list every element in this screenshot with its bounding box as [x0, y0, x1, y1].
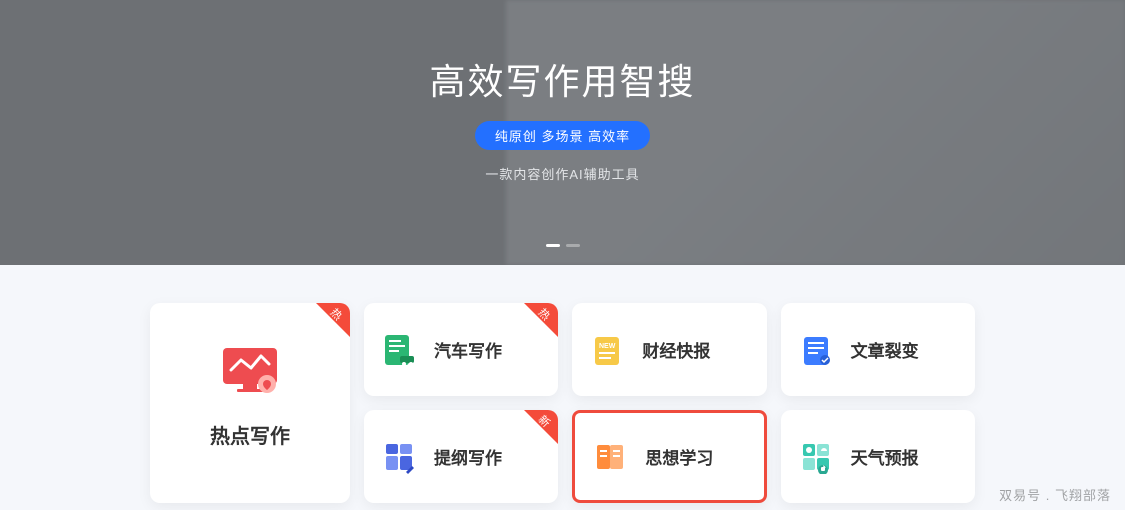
card-hot-writing[interactable]: 热 热点写作: [150, 303, 350, 503]
hot-tag-icon: 热: [524, 303, 558, 337]
card-title: 天气预报: [851, 444, 919, 469]
grid-edit-icon: [382, 440, 416, 474]
card-title: 文章裂变: [851, 337, 919, 362]
hot-tag-icon: 热: [316, 303, 350, 337]
card-title: 汽车写作: [434, 337, 502, 362]
card-title: 提纲写作: [434, 444, 502, 469]
card-title: 思想学习: [645, 444, 713, 469]
hero-banner: 高效写作用智搜 纯原创 多场景 高效率 一款内容创作AI辅助工具: [0, 0, 1125, 265]
doc-new-icon: NEW: [590, 333, 624, 367]
carousel-dot[interactable]: [566, 244, 580, 247]
weather-icon: [799, 440, 833, 474]
card-article-split[interactable]: 文章裂变: [781, 303, 975, 396]
card-thought-study[interactable]: 思想学习: [572, 410, 766, 503]
hero-title: 高效写作用智搜: [429, 53, 695, 105]
doc-split-icon: [799, 333, 833, 367]
carousel-indicator[interactable]: [546, 244, 580, 247]
doc-car-icon: [382, 333, 416, 367]
cards-grid: 热 汽车写作 NEW 财经快报 文章裂变 新 提纲写作: [364, 303, 975, 503]
cards-area: 热 热点写作 热 汽车写作 NEW 财经快报: [0, 265, 1125, 503]
hero-badge: 纯原创 多场景 高效率: [475, 121, 650, 150]
book-icon: [593, 440, 627, 474]
card-finance-news[interactable]: NEW 财经快报: [572, 303, 766, 396]
svg-text:NEW: NEW: [599, 343, 616, 350]
card-outline-writing[interactable]: 新 提纲写作: [364, 410, 558, 503]
card-title: 财经快报: [642, 337, 710, 362]
watermark: 双易号 . 飞翔部落: [999, 485, 1111, 504]
card-car-writing[interactable]: 热 汽车写作: [364, 303, 558, 396]
monitor-chart-icon: [221, 346, 279, 394]
card-weather-forecast[interactable]: 天气预报: [781, 410, 975, 503]
hero-subtitle: 一款内容创作AI辅助工具: [429, 164, 695, 183]
new-tag-icon: 新: [524, 410, 558, 444]
carousel-dot[interactable]: [546, 244, 560, 247]
card-large-title: 热点写作: [210, 420, 290, 449]
